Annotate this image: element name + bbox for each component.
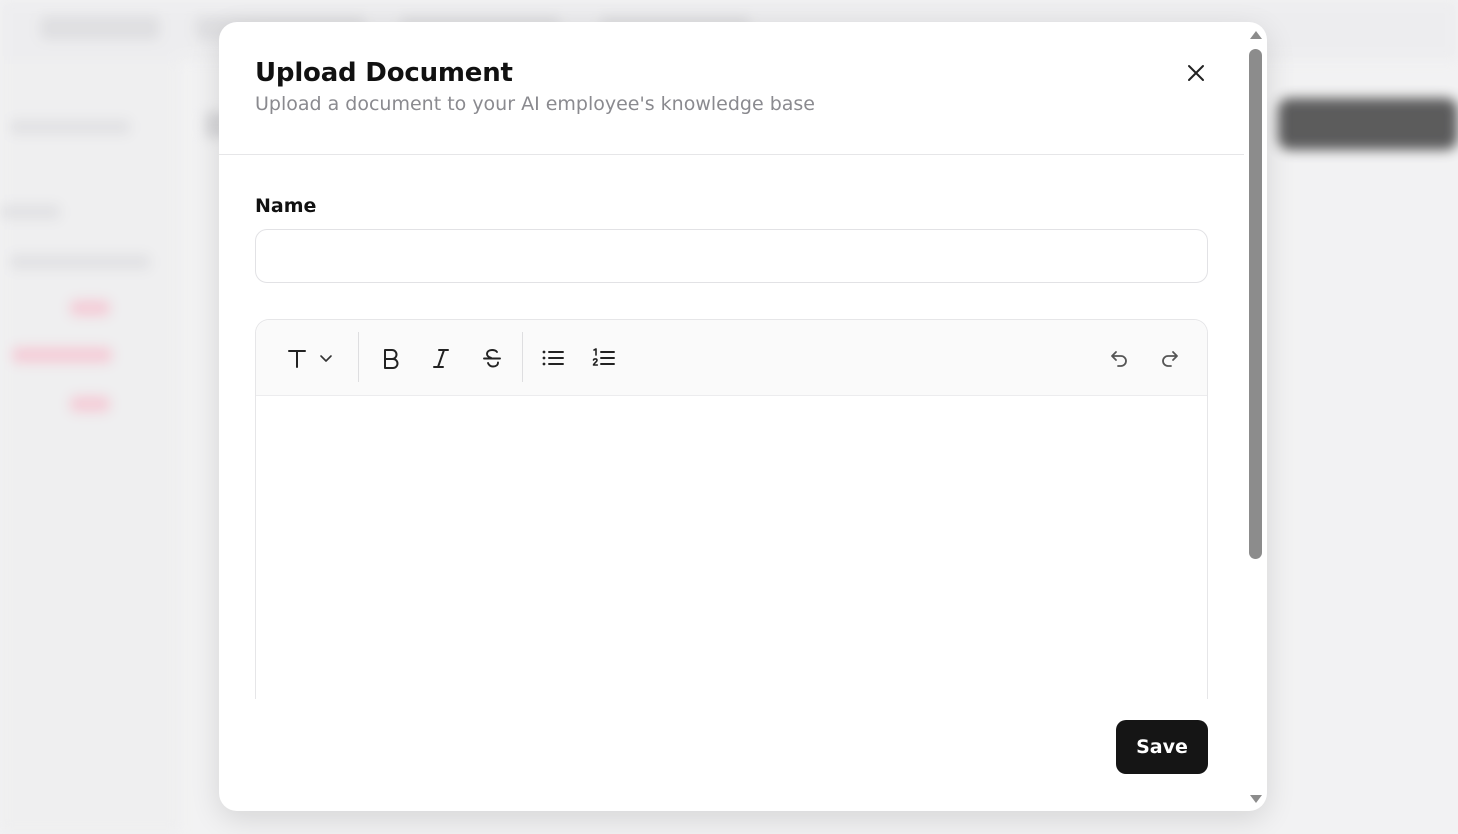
bold-button[interactable] [376,342,406,374]
bullet-list-button[interactable] [538,342,568,374]
upload-document-dialog: Upload Document Upload a document to you… [219,22,1267,811]
ordered-list-icon [592,348,615,366]
italic-icon [433,349,449,368]
dialog-header: Upload Document Upload a document to you… [219,22,1244,155]
dialog-scrollbar[interactable] [1245,22,1267,811]
redo-button[interactable] [1155,342,1185,374]
editor-toolbar [256,320,1207,396]
editor-content-area[interactable] [256,397,1207,700]
name-label: Name [255,195,317,217]
redo-icon [1162,351,1178,367]
background-line [10,120,130,134]
bullet-list-icon [542,350,564,366]
background-line [0,205,60,219]
ordered-list-button[interactable] [589,342,619,374]
toolbar-separator [522,332,523,382]
undo-button[interactable] [1104,342,1134,374]
background-tab [40,16,160,40]
strikethrough-icon [483,349,501,368]
background-line [10,255,150,269]
dialog-title: Upload Document [255,58,513,88]
scroll-up-arrow-icon[interactable] [1248,28,1264,42]
undo-icon [1111,351,1127,367]
strikethrough-button[interactable] [477,342,507,374]
save-button[interactable]: Save [1116,720,1208,774]
dialog-subtitle: Upload a document to your AI employee's … [255,93,815,115]
background-button [1278,98,1458,150]
bold-icon [384,349,399,369]
background-badge [70,300,110,316]
text-style-dropdown[interactable] [282,342,338,374]
text-type-icon [288,350,306,368]
background-badge [12,347,112,363]
chevron-down-icon [320,355,332,362]
name-input[interactable] [255,229,1208,283]
close-button[interactable] [1181,58,1211,88]
background-sidebar [0,60,180,834]
scrollbar-thumb[interactable] [1249,49,1262,559]
close-icon [1188,65,1204,81]
scroll-down-arrow-icon[interactable] [1248,792,1264,806]
toolbar-separator [358,332,359,382]
background-badge [70,396,110,412]
rich-text-editor [255,319,1208,699]
italic-button[interactable] [426,342,456,374]
